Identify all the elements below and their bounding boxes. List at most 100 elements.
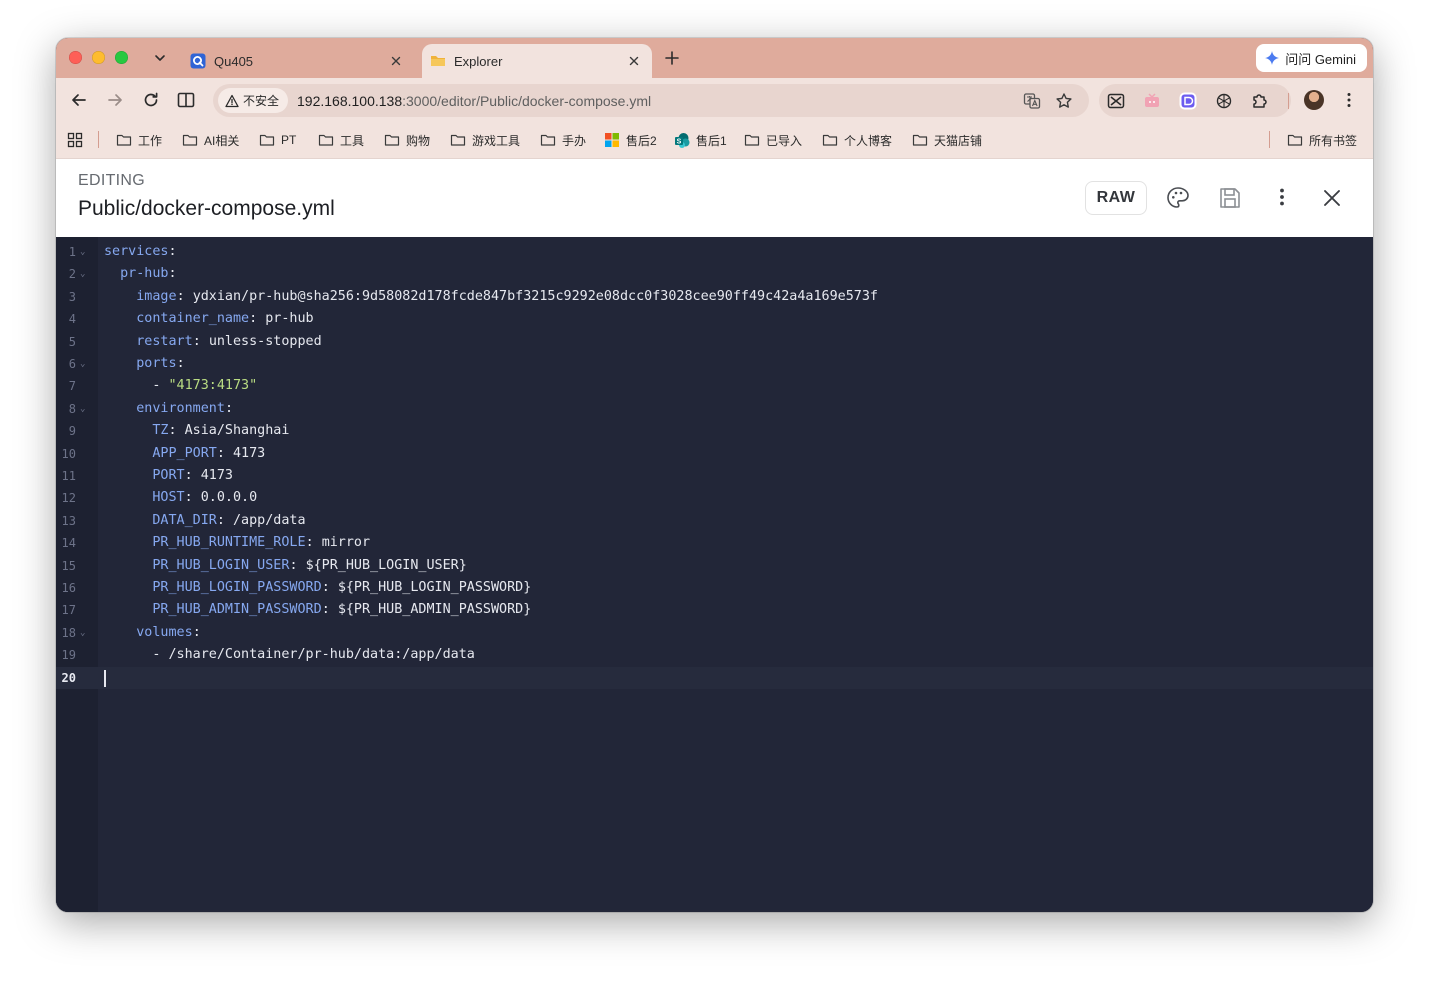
purple-extension-icon[interactable] [1179,92,1197,110]
ask-gemini-button[interactable]: 问问 Gemini [1256,44,1367,72]
code-line[interactable]: 3 image: ydxian/pr-hub@sha256:9d58082d17… [56,286,1373,308]
code-line[interactable]: 12 HOST: 0.0.0.0 [56,487,1373,509]
forward-arrow-icon[interactable] [105,90,125,110]
code-line[interactable]: 17 PR_HUB_ADMIN_PASSWORD: ${PR_HUB_ADMIN… [56,599,1373,621]
yaml-value: 4173 [200,468,233,483]
profile-avatar[interactable] [1304,90,1324,110]
code-line[interactable]: 9 TZ: Asia/Shanghai [56,420,1373,442]
bookmark-item[interactable]: 工具 [318,131,364,149]
more-vertical-icon[interactable] [1269,185,1295,211]
bookmark-item[interactable]: 售后2 [604,131,657,149]
code-line[interactable]: 7 - "4173:4173" [56,375,1373,397]
bookmark-item[interactable]: 手办 [540,131,586,149]
code-line[interactable]: 16 PR_HUB_LOGIN_PASSWORD: ${PR_HUB_LOGIN… [56,577,1373,599]
apps-grid-icon[interactable] [67,132,83,148]
star-bookmark-icon[interactable] [1055,92,1073,110]
all-bookmarks-button[interactable]: 所有书签 [1287,131,1357,149]
minimize-window-button[interactable] [92,51,105,64]
folder-icon [1287,134,1303,146]
bookmark-item[interactable]: 已导入 [744,131,802,149]
folder-icon [912,134,928,146]
fold-chevron-icon[interactable]: ⌄ [80,353,85,375]
code-line[interactable]: 11 PORT: 4173 [56,465,1373,487]
line-number: 15 [61,558,76,573]
yaml-separator: : [289,557,306,573]
address-bar[interactable]: 不安全 192.168.100.138:3000/editor/Public/d… [213,84,1089,117]
close-editor-icon[interactable] [1319,185,1345,211]
code-line[interactable]: 14 PR_HUB_RUNTIME_ROLE: mirror [56,532,1373,554]
yaml-value: 4173 [233,445,266,461]
tab-explorer[interactable]: Explorer [422,44,652,78]
line-number: 18 [61,625,76,640]
bookmark-item[interactable]: 购物 [384,131,430,149]
security-chip[interactable]: 不安全 [218,88,289,113]
code-line[interactable]: 8 ⌄ environment: [56,398,1373,420]
bookmarks-divider [98,131,99,148]
save-floppy-icon[interactable] [1217,185,1243,211]
maximize-window-button[interactable] [115,51,128,64]
fold-chevron-icon[interactable]: ⌄ [80,398,85,420]
tv-extension-icon[interactable] [1143,92,1161,110]
folder-icon [182,134,198,146]
code-line[interactable]: 1 ⌄ services: [56,241,1373,263]
code-line[interactable]: 5 restart: unless-stopped [56,331,1373,353]
bookmark-item[interactable]: AI相关 [182,131,239,149]
code-line[interactable]: 19 - /share/Container/pr-hub/data:/app/d… [56,644,1373,666]
code-line[interactable]: 15 PR_HUB_LOGIN_USER: ${PR_HUB_LOGIN_USE… [56,555,1373,577]
bookmark-item[interactable]: 游戏工具 [450,131,520,149]
close-icon[interactable] [626,53,642,69]
new-tab-plus-icon[interactable] [663,49,681,67]
qnap-favicon-icon [190,53,206,69]
line-number: 12 [61,491,76,506]
code-line[interactable]: 10 APP_PORT: 4173 [56,443,1373,465]
url-text[interactable]: 192.168.100.138:3000/editor/Public/docke… [297,93,651,109]
code-text: PR_HUB_RUNTIME_ROLE: mirror [104,532,370,554]
mode-label: EDITING [78,172,145,189]
bookmark-item[interactable]: PT [259,131,296,149]
code-text: PR_HUB_LOGIN_PASSWORD: ${PR_HUB_LOGIN_PA… [104,577,531,599]
code-editor[interactable]: 1 ⌄ services: 2 ⌄ pr-hub: 3 image: ydxian/pr-… [56,237,1373,912]
code-line[interactable]: 20 [56,666,1373,689]
code-text: image: ydxian/pr-hub@sha256:9d58082d178f… [104,286,878,308]
fold-chevron-icon[interactable]: ⌄ [80,622,85,644]
back-arrow-icon[interactable] [69,90,89,110]
code-line[interactable]: 13 DATA_DIR: /app/data [56,510,1373,532]
tab-qu405[interactable]: Qu405 [182,44,414,78]
code-line[interactable]: 18 ⌄ volumes: [56,622,1373,644]
openai-extension-icon[interactable] [1215,92,1233,110]
explorer-favicon-icon [431,56,445,66]
code-line[interactable]: 6 ⌄ ports: [56,353,1373,375]
folder-icon [822,134,838,146]
code-line[interactable]: 4 container_name: pr-hub [56,308,1373,330]
raw-button[interactable]: RAW [1085,181,1147,215]
fold-chevron-icon[interactable]: ⌄ [80,263,85,285]
bookmark-item[interactable]: 个人博客 [822,131,892,149]
translate-icon[interactable] [1023,92,1041,110]
bookmark-label: PT [281,133,297,147]
line-number: 19 [61,648,76,663]
bookmark-item[interactable]: 天猫店铺 [912,131,982,149]
code-line[interactable]: 2 ⌄ pr-hub: [56,263,1373,285]
close-window-button[interactable] [69,51,82,64]
scissors-extension-icon[interactable] [1107,92,1125,110]
fold-chevron-icon[interactable]: ⌄ [80,241,85,263]
yaml-value: pr-hub [265,311,314,327]
toolbar-divider [1288,93,1289,109]
yaml-value: ${PR_HUB_ADMIN_PASSWORD} [337,602,532,618]
puzzle-extensions-icon[interactable] [1251,92,1269,110]
bookmark-label: 个人博客 [844,133,893,148]
kebab-menu-icon[interactable] [1340,91,1358,109]
close-icon[interactable] [388,53,404,69]
reload-icon[interactable] [141,90,161,110]
bookmark-item[interactable]: 工作 [116,131,162,149]
code-text: APP_PORT: 4173 [104,443,265,465]
tab-title: Explorer [454,53,503,69]
palette-icon[interactable] [1165,185,1191,211]
reading-mode-icon[interactable] [176,90,196,110]
bookmark-item[interactable]: S 售后1 [674,131,727,149]
chevron-down-icon[interactable] [152,50,168,66]
